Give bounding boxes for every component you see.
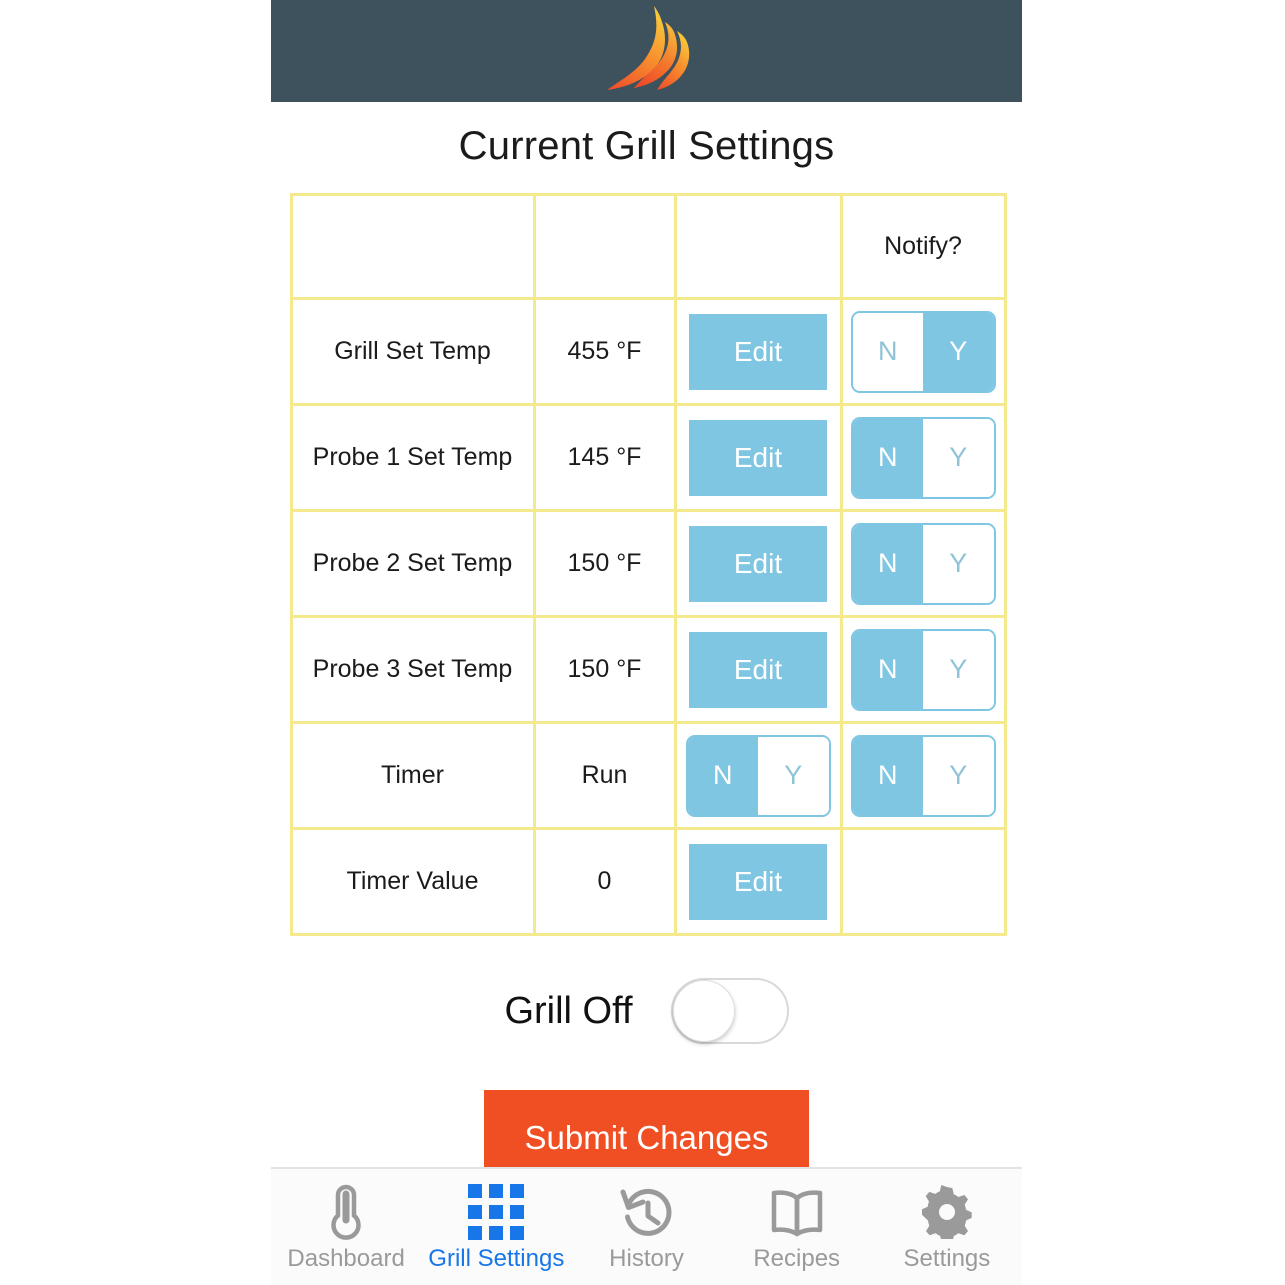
notify-option-n[interactable]: N <box>852 312 923 391</box>
row-value: 455 °F <box>567 337 642 365</box>
edit-probe-2-set-temp-button[interactable]: Edit <box>689 525 827 602</box>
row-label: Probe 3 Set Temp <box>312 655 513 683</box>
notify-option-n[interactable]: N <box>852 736 923 815</box>
row-label: Timer Value <box>346 867 479 895</box>
timer-run-option-n[interactable]: N <box>687 736 758 815</box>
row-value-cell: 150 °F <box>532 509 677 618</box>
nav-item-history[interactable]: History <box>571 1169 721 1285</box>
notify-option-n[interactable]: N <box>852 630 923 709</box>
row-action-cell: Edit <box>673 509 843 618</box>
table-row: Probe 3 Set Temp 150 °F Edit N Y <box>289 615 1007 724</box>
row-notify-cell: N Y <box>839 615 1007 724</box>
row-label-cell: Probe 3 Set Temp <box>289 615 536 724</box>
table-row: Timer Run N Y N Y <box>289 721 1007 830</box>
notify-option-y[interactable]: Y <box>923 524 994 603</box>
notify-toggle-timer[interactable]: N Y <box>850 734 996 817</box>
row-value-cell: 145 °F <box>532 403 677 512</box>
row-label: Grill Set Temp <box>334 337 491 365</box>
clock-history-icon <box>619 1183 675 1241</box>
notify-option-y[interactable]: Y <box>923 312 994 391</box>
row-value: 150 °F <box>567 655 642 683</box>
app-screen: Current Grill Settings Notify? Grill Set… <box>271 0 1022 1285</box>
nav-item-recipes[interactable]: Recipes <box>722 1169 872 1285</box>
grill-power-label: Grill Off <box>504 989 633 1032</box>
row-label: Probe 2 Set Temp <box>312 549 513 577</box>
nav-item-dashboard[interactable]: Dashboard <box>271 1169 421 1285</box>
thermometer-icon <box>324 1183 368 1241</box>
notify-option-n[interactable]: N <box>852 524 923 603</box>
row-label-cell: Grill Set Temp <box>289 297 536 406</box>
row-value: 0 <box>597 867 612 895</box>
row-label-cell: Probe 1 Set Temp <box>289 403 536 512</box>
row-label: Probe 1 Set Temp <box>312 443 513 471</box>
notify-toggle-probe-1[interactable]: N Y <box>850 416 996 499</box>
table-row: Timer Value 0 Edit <box>289 827 1007 936</box>
row-action-cell: Edit <box>673 297 843 406</box>
header-cell-blank-3 <box>673 193 843 300</box>
row-notify-cell: N Y <box>839 509 1007 618</box>
row-label-cell: Timer <box>289 721 536 830</box>
switch-knob <box>672 980 735 1042</box>
row-action-cell: N Y <box>673 721 843 830</box>
app-header <box>271 0 1022 102</box>
row-label-cell: Probe 2 Set Temp <box>289 509 536 618</box>
grill-settings-table: Notify? Grill Set Temp 455 °F Edit N Y P… <box>289 193 1007 936</box>
notify-option-n[interactable]: N <box>852 418 923 497</box>
edit-probe-1-set-temp-button[interactable]: Edit <box>689 419 827 496</box>
nav-label: Dashboard <box>287 1245 405 1272</box>
row-value: Run <box>581 761 628 789</box>
row-notify-cell: N Y <box>839 403 1007 512</box>
row-value-cell: Run <box>532 721 677 830</box>
edit-grill-set-temp-button[interactable]: Edit <box>689 313 827 390</box>
row-notify-cell: N Y <box>839 297 1007 406</box>
row-value: 145 °F <box>567 443 642 471</box>
page-title: Current Grill Settings <box>458 124 835 168</box>
row-action-cell: Edit <box>673 615 843 724</box>
edit-probe-3-set-temp-button[interactable]: Edit <box>689 631 827 708</box>
nav-label: History <box>609 1245 684 1272</box>
notify-toggle-probe-2[interactable]: N Y <box>850 522 996 605</box>
nav-item-settings[interactable]: Settings <box>872 1169 1022 1285</box>
notify-toggle-probe-3[interactable]: N Y <box>850 628 996 711</box>
row-notify-cell-empty <box>839 827 1007 936</box>
header-cell-blank-1 <box>289 193 536 300</box>
row-label: Timer <box>381 761 444 789</box>
grill-power-switch[interactable] <box>670 978 789 1044</box>
grill-power-row: Grill Off <box>271 978 1022 1044</box>
nav-label: Recipes <box>753 1245 841 1272</box>
nav-label: Grill Settings <box>428 1245 565 1272</box>
edit-timer-value-button[interactable]: Edit <box>689 843 827 920</box>
row-notify-cell: N Y <box>839 721 1007 830</box>
row-value-cell: 150 °F <box>532 615 677 724</box>
grill-settings-table-wrap: Notify? Grill Set Temp 455 °F Edit N Y P… <box>289 193 1007 936</box>
nav-label: Settings <box>903 1245 991 1272</box>
row-label-cell: Timer Value <box>289 827 536 936</box>
table-row: Probe 1 Set Temp 145 °F Edit N Y <box>289 403 1007 512</box>
table-header-row: Notify? <box>289 193 1007 300</box>
table-row: Grill Set Temp 455 °F Edit N Y <box>289 297 1007 406</box>
row-value-cell: 0 <box>532 827 677 936</box>
notify-option-y[interactable]: Y <box>923 630 994 709</box>
row-action-cell: Edit <box>673 827 843 936</box>
flame-icon <box>599 3 695 100</box>
header-cell-notify: Notify? <box>839 193 1007 300</box>
row-value-cell: 455 °F <box>532 297 677 406</box>
notify-option-y[interactable]: Y <box>923 736 994 815</box>
notify-option-y[interactable]: Y <box>923 418 994 497</box>
book-icon <box>770 1183 824 1241</box>
notify-toggle-grill-set-temp[interactable]: N Y <box>850 310 996 393</box>
notify-header-label: Notify? <box>884 232 962 260</box>
timer-run-toggle[interactable]: N Y <box>685 734 831 817</box>
gear-icon <box>920 1183 974 1241</box>
row-value: 150 °F <box>567 549 642 577</box>
grid-icon <box>468 1183 525 1241</box>
timer-run-option-y[interactable]: Y <box>758 736 829 815</box>
bottom-navigation: Dashboard Grill Settings History Recipes… <box>271 1167 1022 1285</box>
header-cell-blank-2 <box>532 193 677 300</box>
nav-item-grill-settings[interactable]: Grill Settings <box>421 1169 571 1285</box>
row-action-cell: Edit <box>673 403 843 512</box>
table-row: Probe 2 Set Temp 150 °F Edit N Y <box>289 509 1007 618</box>
